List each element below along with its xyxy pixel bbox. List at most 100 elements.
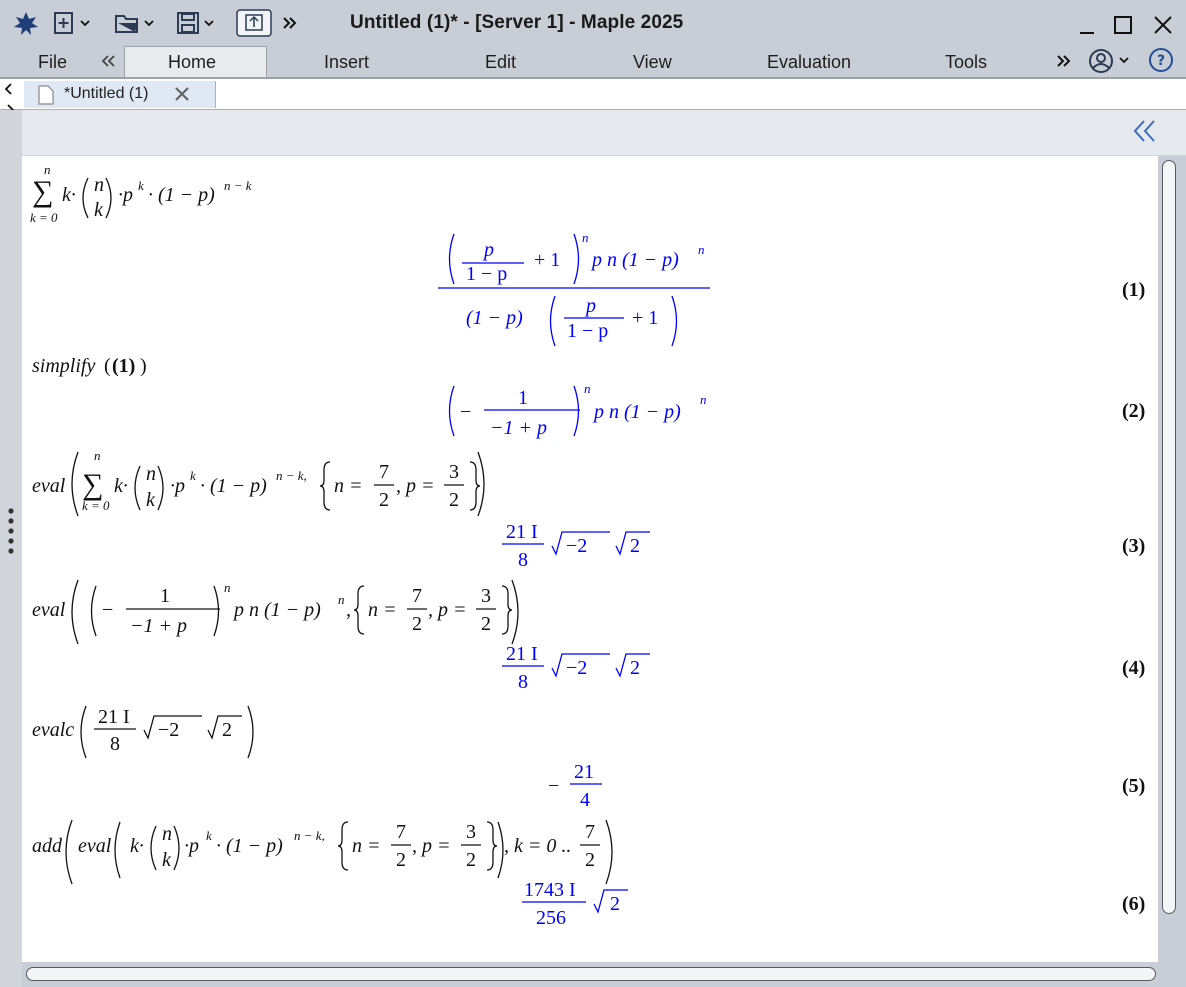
svg-text:3: 3: [466, 821, 476, 843]
svg-text:· (1 − p): · (1 − p): [148, 184, 215, 206]
vertical-scrollbar[interactable]: [1162, 160, 1176, 914]
menu-file[interactable]: File: [38, 52, 67, 73]
svg-text:+ 1: + 1: [534, 249, 560, 271]
expand-panel-icon[interactable]: [1132, 118, 1158, 144]
svg-text:eval: eval: [32, 599, 66, 621]
svg-text:n − k,: n − k,: [276, 468, 307, 483]
close-icon[interactable]: [1148, 10, 1178, 40]
more-tabs-icon[interactable]: [1056, 54, 1072, 68]
svg-text:n: n: [146, 463, 156, 485]
svg-text:1: 1: [160, 585, 170, 607]
tab-edit[interactable]: Edit: [485, 52, 516, 73]
svg-text:21 I: 21 I: [506, 521, 538, 543]
svg-text:7: 7: [585, 821, 595, 843]
svg-text:3: 3: [449, 461, 459, 483]
svg-text:k: k: [146, 489, 156, 511]
maple-logo-icon[interactable]: [12, 10, 40, 38]
new-document-icon: [54, 12, 73, 34]
svg-text:· (1 − p): · (1 − p): [200, 475, 267, 497]
svg-text:n − k,: n − k,: [294, 828, 325, 843]
svg-text:2: 2: [466, 849, 476, 871]
svg-text:(1 − p): (1 − p): [466, 307, 523, 329]
svg-text:k = 0: k = 0: [30, 210, 58, 225]
input-3[interactable]: eval n ∑ k = 0 k· n k ·p k · (1 − p) n −…: [32, 448, 485, 517]
svg-text:p: p: [482, 239, 494, 261]
svg-text:7: 7: [396, 821, 406, 843]
tab-tools[interactable]: Tools: [945, 52, 987, 73]
svg-text:8: 8: [518, 671, 528, 693]
svg-text:−2: −2: [158, 719, 179, 741]
output-1: p 1 − p + 1 n p n (1 − p) n (1 − p) p 1 …: [438, 230, 1145, 347]
svg-text:n: n: [162, 823, 172, 845]
svg-text:(3): (3): [1122, 535, 1145, 557]
input-4[interactable]: eval − 1 −1 + p n p n (1 − p) n , n = 7 …: [32, 579, 519, 645]
tab-evaluation[interactable]: Evaluation: [767, 52, 851, 73]
svg-text:−1 + p: −1 + p: [130, 615, 187, 637]
maximize-icon[interactable]: [1108, 10, 1138, 40]
svg-text:+ 1: + 1: [632, 307, 658, 329]
context-toolbar: [22, 110, 1186, 156]
tab-insert[interactable]: Insert: [324, 52, 369, 73]
document-tab[interactable]: *Untitled (1): [24, 81, 216, 108]
svg-text:2: 2: [449, 489, 459, 511]
svg-text:8: 8: [518, 549, 528, 571]
toolbar-overflow-icon[interactable]: [282, 16, 298, 30]
tab-view[interactable]: View: [633, 52, 672, 73]
svg-text:k·: k·: [130, 835, 144, 857]
input-2[interactable]: simplify ( (1) ): [32, 355, 147, 377]
horizontal-scrollbar[interactable]: [26, 967, 1156, 981]
svg-text:· (1 − p): · (1 − p): [216, 835, 283, 857]
svg-text:n: n: [584, 381, 591, 396]
svg-text:2: 2: [610, 893, 620, 915]
svg-text:, p =: , p =: [396, 475, 435, 497]
svg-text:n: n: [224, 580, 231, 595]
svg-text:add: add: [32, 835, 63, 857]
input-5[interactable]: evalc 21 I 8 −2 2: [32, 705, 254, 759]
document-tab-bar: *Untitled (1): [0, 79, 1186, 116]
worksheet[interactable]: .i { font-family: "Liberation Serif", se…: [22, 156, 1158, 962]
input-6[interactable]: add eval k· n k ·p k · (1 − p) n − k, n …: [32, 819, 613, 885]
svg-text:1 − p: 1 − p: [466, 263, 507, 285]
account-icon[interactable]: [1088, 48, 1132, 74]
output-2: − 1 −1 + p n p n (1 − p) n (2): [448, 381, 1145, 439]
svg-text:−: −: [102, 599, 113, 621]
svg-text:, p =: , p =: [428, 599, 467, 621]
svg-text:n: n: [700, 392, 707, 407]
close-tab-icon[interactable]: [174, 86, 190, 102]
svg-text:(1): (1): [112, 355, 135, 377]
svg-text:?: ?: [1157, 53, 1165, 69]
chevron-down-icon: [144, 20, 154, 27]
svg-text:n =: n =: [352, 835, 381, 857]
save-icon: [177, 12, 199, 34]
upload-button[interactable]: [236, 8, 272, 38]
svg-text:p n (1 − p): p n (1 − p): [592, 401, 681, 423]
palette-strip: [0, 110, 22, 987]
tab-home[interactable]: Home: [168, 52, 216, 73]
svg-text:k = 0: k = 0: [82, 498, 110, 513]
svg-text:·p: ·p: [170, 475, 185, 497]
svg-text:(5): (5): [1122, 775, 1145, 797]
svg-text:eval: eval: [32, 475, 66, 497]
minimize-icon[interactable]: [1072, 10, 1102, 40]
svg-text:, p =: , p =: [412, 835, 451, 857]
svg-text:n: n: [582, 230, 589, 245]
svg-text:(1): (1): [1122, 279, 1145, 301]
svg-text:·p: ·p: [118, 184, 133, 206]
svg-text:2: 2: [222, 719, 232, 741]
svg-text:k: k: [206, 828, 212, 843]
scroll-tabs-left-icon[interactable]: [4, 83, 14, 95]
input-1[interactable]: n ∑ k = 0 k· n k ·p k · (1 − p) n − k: [30, 162, 252, 225]
svg-text:4: 4: [580, 789, 590, 811]
svg-text:n − k: n − k: [224, 178, 252, 193]
save-button[interactable]: [176, 8, 214, 38]
help-icon[interactable]: ?: [1148, 47, 1174, 73]
collapse-ribbon-icon[interactable]: [100, 54, 116, 68]
open-button[interactable]: [114, 8, 154, 38]
svg-text:∑: ∑: [32, 175, 53, 208]
new-document-button[interactable]: [52, 8, 90, 38]
svg-text:n =: n =: [334, 475, 363, 497]
svg-text:n: n: [698, 242, 705, 257]
drag-handle-icon[interactable]: [6, 506, 16, 556]
svg-text:evalc: evalc: [32, 719, 74, 741]
output-3: 21 I 8 −2 2 (3): [502, 521, 1145, 571]
